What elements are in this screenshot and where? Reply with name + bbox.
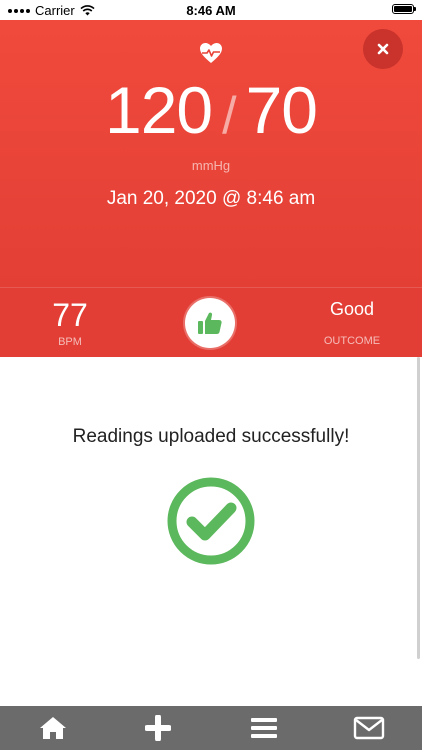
plus-icon (145, 715, 172, 741)
close-button[interactable] (363, 29, 403, 69)
menu-icon (250, 718, 277, 738)
tab-mail[interactable] (347, 708, 391, 748)
systolic-value: 120 (105, 73, 213, 147)
bpm-value: 77 (52, 297, 88, 333)
home-icon (39, 717, 66, 739)
tab-add[interactable] (136, 708, 180, 748)
outcome-value: Good (329, 299, 375, 319)
status-bar: Carrier 8:46 AM (0, 0, 422, 20)
thumbs-up-icon (198, 312, 222, 334)
bpm-label: BPM (58, 336, 82, 348)
mail-icon (354, 716, 385, 740)
heart-pulse-icon (200, 43, 222, 63)
close-icon (377, 43, 389, 55)
tab-menu[interactable] (242, 708, 286, 748)
tab-bar (0, 706, 422, 750)
status-time: 8:46 AM (186, 3, 236, 18)
check-circle-icon (167, 477, 255, 565)
battery-icon (392, 4, 416, 14)
stats-row: 77 BPM Good OUTCOME (0, 287, 422, 357)
outcome-label: OUTCOME (323, 335, 381, 347)
tab-home[interactable] (31, 708, 75, 748)
reading-header: 120/70 mmHg Jan 20, 2020 @ 8:46 am (0, 20, 422, 287)
scrollbar[interactable] (417, 357, 420, 659)
units-label: mmHg (191, 158, 231, 173)
blood-pressure-reading: 120/70 (0, 74, 422, 152)
upload-success-message: Readings uploaded successfully! (72, 426, 350, 447)
reading-separator: / (222, 87, 236, 145)
reading-datetime: Jan 20, 2020 @ 8:46 am (106, 188, 316, 209)
outcome-badge (185, 298, 235, 348)
diastolic-value: 70 (245, 73, 318, 147)
